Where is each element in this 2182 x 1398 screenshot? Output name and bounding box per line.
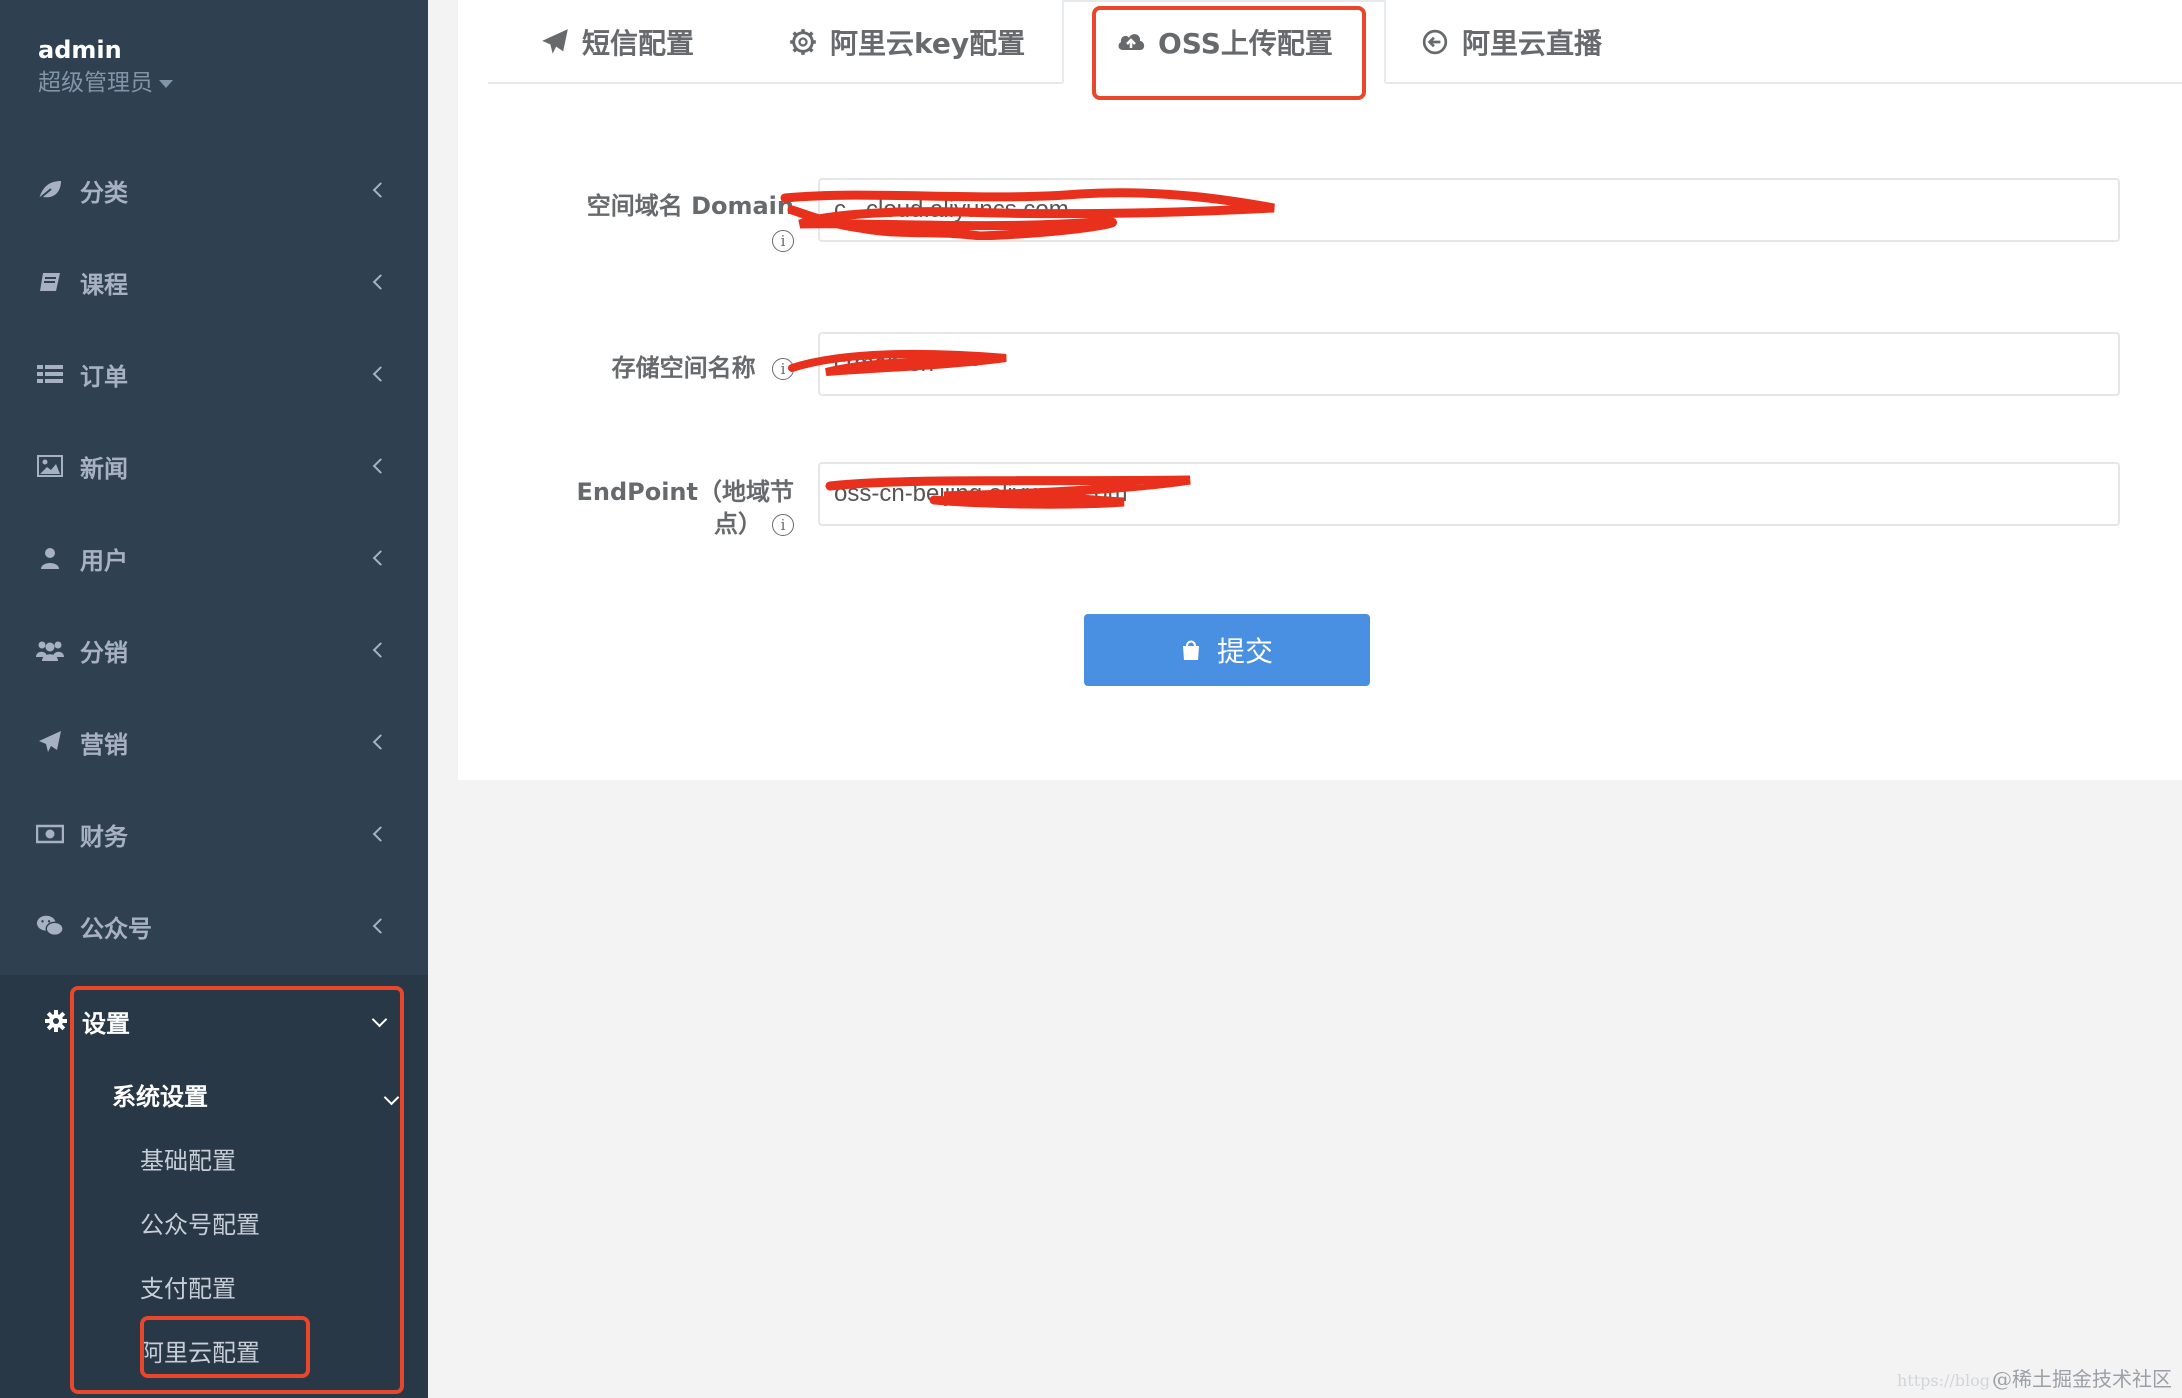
sidebar-item-wechat[interactable]: 公众号: [0, 880, 428, 972]
chevron-left-icon: [372, 734, 389, 750]
leaf-icon: [36, 176, 64, 204]
info-icon[interactable]: i: [772, 358, 794, 380]
profile-role-label: 超级管理员: [38, 70, 153, 96]
tab-aliyun-key-config[interactable]: 阿里云key配置: [788, 0, 1025, 84]
sidebar-item-label: 设置: [82, 1009, 130, 1038]
info-icon[interactable]: i: [772, 514, 794, 536]
tab-label: 阿里云key配置: [830, 27, 1026, 60]
sidebar-item-label: 分销: [80, 638, 128, 667]
submit-button-label: 提交: [1216, 635, 1273, 668]
tab-aliyun-live[interactable]: 阿里云直播: [1420, 0, 1602, 84]
sidebar-item-label: 财务: [80, 822, 128, 851]
domain-input[interactable]: [818, 178, 2120, 242]
sidebar-item-label: 分类: [80, 178, 128, 207]
profile-name: admin: [38, 36, 122, 64]
bucket-input[interactable]: [818, 332, 2120, 396]
submenu-item-aliyun-config[interactable]: 阿里云配置: [140, 1336, 260, 1370]
sidebar-item-category[interactable]: 分类: [0, 144, 428, 236]
gear-icon: [788, 27, 818, 57]
paper-plane-icon: [540, 27, 570, 57]
chevron-left-icon: [372, 366, 389, 382]
sidebar-item-label: 新闻: [80, 454, 128, 483]
chevron-left-icon: [372, 826, 389, 842]
sidebar-item-order[interactable]: 订单: [0, 328, 428, 420]
info-icon[interactable]: i: [772, 230, 794, 252]
submenu-item-basic-config[interactable]: 基础配置: [140, 1144, 236, 1178]
user-profile[interactable]: admin 超级管理员: [38, 34, 173, 100]
tab-label: OSS上传配置: [1158, 27, 1333, 60]
chevron-left-icon: [372, 550, 389, 566]
sidebar-item-marketing[interactable]: 营销: [0, 696, 428, 788]
submenu-item-wechat-config[interactable]: 公众号配置: [140, 1208, 260, 1242]
submenu-item-payment-config[interactable]: 支付配置: [140, 1272, 236, 1306]
caret-down-icon: [159, 79, 173, 88]
sidebar-item-distribution[interactable]: 分销: [0, 604, 428, 696]
chevron-left-icon: [372, 458, 389, 474]
sidebar-item-label: 课程: [80, 270, 128, 299]
tab-sms-config[interactable]: 短信配置: [540, 0, 694, 84]
domain-label: 空间域名 Domain i: [560, 190, 794, 256]
money-icon: [36, 820, 64, 848]
submit-button[interactable]: 提交: [1084, 614, 1370, 686]
submenu-system-settings[interactable]: 系统设置: [112, 1080, 208, 1114]
users-icon: [36, 636, 64, 664]
sidebar: admin 超级管理员 分类 课程 订单 新闻 用户 分销 营销 财务 公众号 …: [0, 0, 428, 1398]
watermark: https://blog @稀土掘金技术社区: [1897, 1363, 2172, 1392]
sidebar-item-label: 订单: [80, 362, 128, 391]
chevron-left-icon: [372, 918, 389, 934]
tab-label: 阿里云直播: [1462, 27, 1603, 60]
tab-label: 短信配置: [582, 27, 695, 60]
watermark-text: @稀土掘金技术社区: [1992, 1367, 2172, 1391]
sidebar-item-label: 营销: [80, 730, 128, 759]
arrow-circle-left-icon: [1420, 27, 1450, 57]
paper-plane-icon: [36, 728, 64, 756]
sidebar-item-settings[interactable]: 设置: [0, 975, 428, 1067]
settings-menu: 设置: [0, 975, 428, 1398]
list-icon: [36, 360, 64, 388]
endpoint-label-line1: EndPoint（地域节: [576, 478, 794, 506]
chevron-left-icon: [372, 182, 389, 198]
sidebar-item-user[interactable]: 用户: [0, 512, 428, 604]
bucket-label: 存储空间名称 i: [560, 352, 794, 384]
chevron-down-icon: [371, 1011, 388, 1028]
profile-role[interactable]: 超级管理员: [38, 66, 173, 100]
endpoint-input[interactable]: [818, 462, 2120, 526]
book-icon: [36, 268, 64, 296]
shopping-bag-icon: [1181, 639, 1203, 661]
chevron-left-icon: [372, 274, 389, 290]
tab-oss-upload-config[interactable]: OSS上传配置: [1062, 0, 1386, 84]
image-icon: [36, 452, 64, 480]
domain-label-text: 空间域名 Domain: [586, 192, 794, 220]
sidebar-item-label: 用户: [80, 546, 128, 575]
watermark-url: https://blog: [1896, 1371, 1990, 1390]
sidebar-item-label: 公众号: [80, 914, 152, 943]
cloud-upload-icon: [1116, 27, 1146, 57]
sidebar-item-news[interactable]: 新闻: [0, 420, 428, 512]
user-icon: [36, 544, 64, 572]
bucket-label-text: 存储空间名称: [611, 354, 756, 382]
gear-icon: [44, 1009, 68, 1033]
sidebar-item-course[interactable]: 课程: [0, 236, 428, 328]
endpoint-label-line2: 点）: [714, 510, 762, 538]
chevron-left-icon: [372, 642, 389, 658]
endpoint-label: EndPoint（地域节 点） i: [560, 476, 794, 540]
wechat-icon: [36, 912, 64, 940]
sidebar-item-finance[interactable]: 财务: [0, 788, 428, 880]
